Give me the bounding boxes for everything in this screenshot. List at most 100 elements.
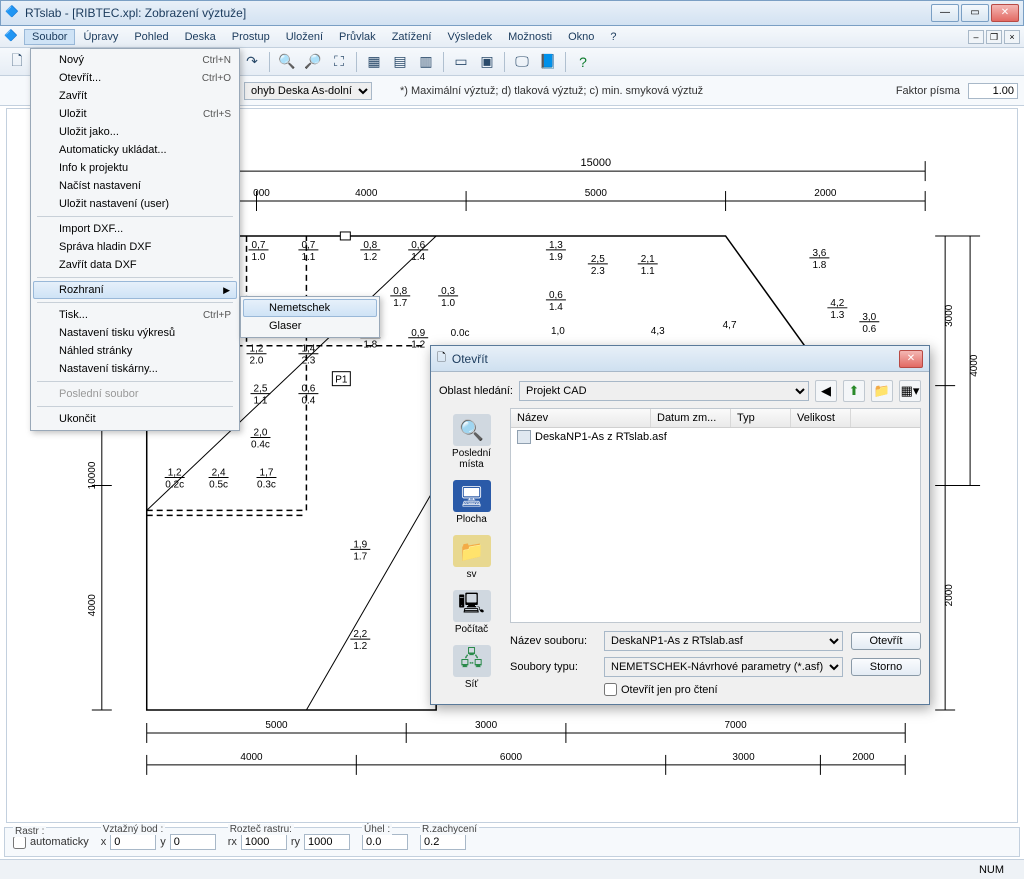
y-input[interactable] [170,834,216,850]
tb-help-icon[interactable]: ? [572,51,594,73]
menu-moznosti[interactable]: Možnosti [500,29,560,45]
menu-import-dxf[interactable]: Import DXF... [33,220,237,238]
menu-preview[interactable]: Náhled stránky [33,342,237,360]
col-name[interactable]: Název [511,409,651,427]
svg-text:4,3: 4,3 [651,326,665,337]
faktor-input[interactable] [968,83,1018,99]
close-button[interactable]: ✕ [991,4,1019,22]
col-date[interactable]: Datum zm... [651,409,731,427]
minimize-button[interactable]: — [931,4,959,22]
maximize-button[interactable]: ▭ [961,4,989,22]
submenu-nemetschek[interactable]: Nemetschek [243,299,377,317]
menu-deska[interactable]: Deska [177,29,224,45]
auto-checkbox[interactable] [13,836,26,849]
menu-printer-settings[interactable]: Nastavení tiskárny... [33,360,237,378]
menu-help[interactable]: ? [602,29,624,45]
svg-text:5000: 5000 [585,188,608,199]
svg-text:1.1: 1.1 [641,266,655,277]
svg-text:4,7: 4,7 [723,320,737,331]
svg-text:3000: 3000 [732,752,755,763]
place-sv[interactable]: 📁sv [453,535,491,580]
svg-text:2.0: 2.0 [250,356,264,367]
menu-close-dxf[interactable]: Zavřít data DXF [33,256,237,274]
svg-text:0,6: 0,6 [411,240,425,251]
x-input[interactable] [110,834,156,850]
menu-rozhrani[interactable]: Rozhraní▶ [33,281,237,299]
dialog-close-button[interactable]: ✕ [899,350,923,368]
menu-save[interactable]: UložitCtrl+S [33,105,237,123]
app-icon-small: 🔷 [4,29,20,45]
tb-redo-icon[interactable]: ↷ [241,51,263,73]
col-type[interactable]: Typ [731,409,791,427]
svg-text:0.6: 0.6 [862,324,876,335]
place-network[interactable]: 🖧Síť [453,645,491,690]
place-desktop[interactable]: 🖥Plocha [453,480,491,525]
tb-layer-icon[interactable]: ▭ [450,51,472,73]
back-button[interactable]: ◀ [815,380,837,402]
readonly-checkbox[interactable] [604,683,617,696]
svg-text:4,2: 4,2 [830,298,844,309]
menu-upravy[interactable]: Úpravy [75,29,126,45]
menu-pruvlak[interactable]: Průvlak [331,29,384,45]
menu-zatizeni[interactable]: Zatížení [384,29,440,45]
svg-text:0,7: 0,7 [301,240,315,251]
menu-new[interactable]: NovýCtrl+N [33,51,237,69]
view-menu-button[interactable]: ▦▾ [899,380,921,402]
place-recent[interactable]: 🔍Poslední místa [439,414,504,470]
menu-exit[interactable]: Ukončit [33,410,237,428]
tb-calc-icon[interactable]: ▣ [476,51,498,73]
menu-bar: 🔷 Soubor Úpravy Pohled Deska Prostup Ulo… [0,26,1024,48]
up-button[interactable]: ⬆ [843,380,865,402]
menu-project-info[interactable]: Info k projektu [33,159,237,177]
rx-input[interactable] [241,834,287,850]
file-row[interactable]: DeskaNP1-As z RTslab.asf [511,428,920,446]
file-list[interactable]: Název Datum zm... Typ Velikost DeskaNP1-… [510,408,921,623]
tb-grid3-icon[interactable]: ▥ [415,51,437,73]
menu-close[interactable]: Zavřít [33,87,237,105]
display-select[interactable]: ohyb Deska As-dolní [244,82,372,100]
svg-text:1.0: 1.0 [252,252,266,263]
tb-display-icon[interactable]: 🖵 [511,51,533,73]
open-button[interactable]: Otevřít [851,632,921,650]
menu-vysledek[interactable]: Výsledek [439,29,500,45]
rzach-input[interactable] [420,834,466,850]
menu-dxf-layers[interactable]: Správa hladin DXF [33,238,237,256]
file-open-dialog: 🗋 Otevřít ✕ Oblast hledání: Projekt CAD … [430,345,930,705]
ry-input[interactable] [304,834,350,850]
menu-saveas[interactable]: Uložit jako... [33,123,237,141]
menu-ulozeni[interactable]: Uložení [278,29,331,45]
menu-print[interactable]: Tisk...Ctrl+P [33,306,237,324]
new-folder-button[interactable]: 📁 [871,380,893,402]
tb-zoom-fit-icon[interactable]: ⛶ [328,51,350,73]
tb-new-icon[interactable]: 🗋 [6,51,28,73]
mdi-minimize[interactable]: – [968,30,984,44]
place-computer[interactable]: 🖳Počítač [453,590,491,635]
filename-combo[interactable]: DeskaNP1-As z RTslab.asf [604,631,843,651]
svg-text:1.2: 1.2 [363,252,377,263]
svg-text:4000: 4000 [240,752,263,763]
menu-open[interactable]: Otevřít...Ctrl+O [33,69,237,87]
menu-autosave[interactable]: Automaticky ukládat... [33,141,237,159]
menu-prostup[interactable]: Prostup [224,29,278,45]
tb-book-icon[interactable]: 📘 [537,51,559,73]
look-in-select[interactable]: Projekt CAD [519,381,809,401]
tb-grid-icon[interactable]: ▦ [363,51,385,73]
submenu-glaser[interactable]: Glaser [243,317,377,335]
tb-zoom-out-icon[interactable]: 🔎 [302,51,324,73]
col-size[interactable]: Velikost [791,409,851,427]
uhel-input[interactable] [362,834,408,850]
menu-print-settings[interactable]: Nastavení tisku výkresů [33,324,237,342]
tb-grid2-icon[interactable]: ▤ [389,51,411,73]
menu-save-settings[interactable]: Uložit nastavení (user) [33,195,237,213]
mdi-restore[interactable]: ❐ [986,30,1002,44]
menu-pohled[interactable]: Pohled [126,29,176,45]
menu-soubor[interactable]: Soubor [24,29,75,45]
mdi-close[interactable]: × [1004,30,1020,44]
cancel-button[interactable]: Storno [851,658,921,676]
menu-okno[interactable]: Okno [560,29,602,45]
filetype-combo[interactable]: NEMETSCHEK-Návrhové parametry (*.asf) [604,657,843,677]
menu-load-settings[interactable]: Načíst nastavení [33,177,237,195]
tb-zoom-in-icon[interactable]: 🔍 [276,51,298,73]
title-bar: 🔷 RTslab - [RIBTEC.xpl: Zobrazení výztuž… [0,0,1024,26]
svg-text:0,8: 0,8 [363,240,377,251]
